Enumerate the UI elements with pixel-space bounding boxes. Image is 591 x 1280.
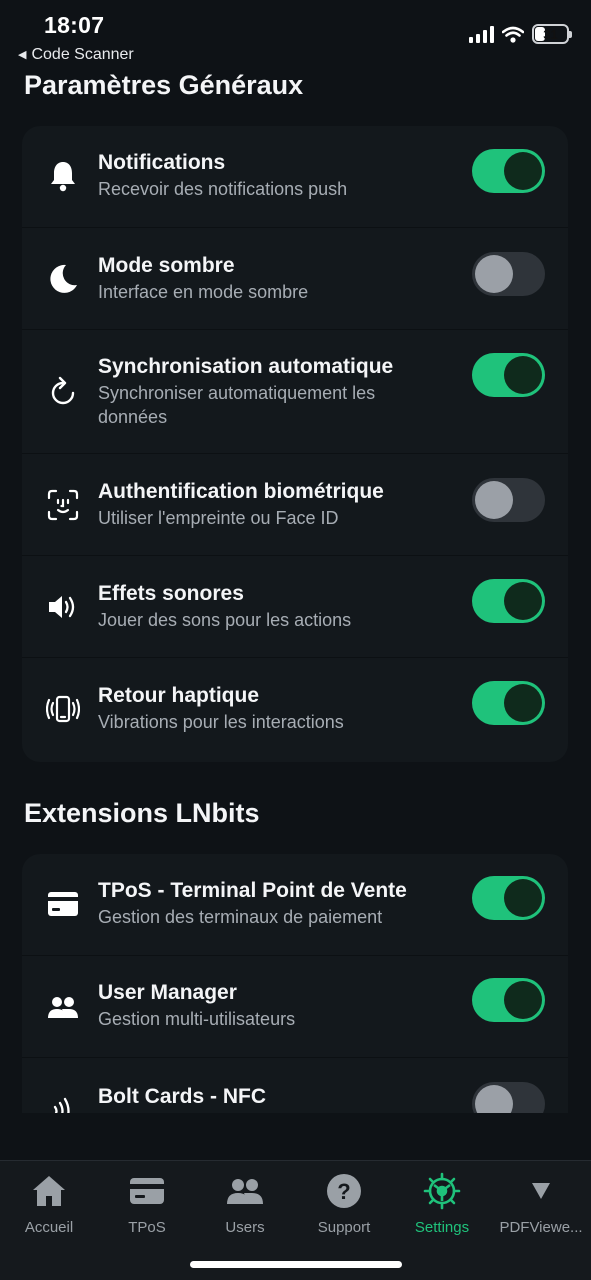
tab-label: Users — [225, 1219, 265, 1236]
setting-description: Utiliser l'empreinte ou Face ID — [98, 508, 339, 528]
setting-label: Synchronisation automatique — [98, 355, 394, 378]
setting-row-auto-sync: Synchronisation automatique Synchroniser… — [22, 330, 568, 454]
tab-support[interactable]: ? Support — [295, 1171, 393, 1236]
sound-effects-toggle[interactable] — [472, 579, 545, 623]
setting-row-haptics: Retour haptique Vibrations pour les inte… — [22, 658, 568, 762]
moon-icon — [46, 262, 80, 296]
face-id-icon — [46, 488, 80, 522]
setting-description: Synchroniser automatiquement les données — [98, 383, 376, 427]
tab-label: Support — [317, 1219, 371, 1236]
tab-label: TPoS — [128, 1219, 166, 1236]
status-icons: 31 — [469, 24, 572, 44]
extension-description: Gestion des terminaux de paiement — [98, 907, 383, 927]
speaker-icon — [46, 590, 80, 624]
users-tab-icon — [196, 1171, 294, 1211]
status-time: 18:07 — [44, 12, 105, 38]
tpos-card-icon — [98, 1171, 196, 1211]
general-settings-card: Notifications Recevoir des notifications… — [22, 126, 568, 762]
extension-row-tpos: TPoS - Terminal Point de Vente Gestion d… — [22, 854, 568, 956]
chevron-down-icon — [492, 1171, 590, 1211]
tab-label: Settings — [414, 1219, 470, 1236]
extension-label: Bolt Cards - NFC — [98, 1085, 266, 1108]
cellular-signal-icon — [469, 25, 494, 43]
tab-users[interactable]: Users — [196, 1171, 294, 1236]
setting-description: Interface en mode sombre — [98, 282, 309, 302]
tab-tpos[interactable]: TPoS — [98, 1171, 196, 1236]
section-title-extensions: Extensions LNbits — [24, 798, 260, 828]
home-icon — [0, 1171, 98, 1211]
extension-label: User Manager — [98, 981, 237, 1004]
extension-row-user-manager: User Manager Gestion multi-utilisateurs — [22, 956, 568, 1058]
dark-mode-toggle[interactable] — [472, 252, 545, 296]
tab-pdfviewer[interactable]: PDFViewe... — [492, 1171, 590, 1236]
setting-label: Notifications — [98, 151, 226, 174]
bell-icon — [46, 159, 80, 193]
tab-accueil[interactable]: Accueil — [0, 1171, 98, 1236]
setting-row-notifications: Notifications Recevoir des notifications… — [22, 126, 568, 228]
tab-label: PDFViewe... — [499, 1219, 583, 1236]
help-icon: ? — [295, 1171, 393, 1211]
tpos-toggle[interactable] — [472, 876, 545, 920]
back-to-app-link[interactable]: ◀ Code Scanner — [18, 46, 134, 64]
home-indicator[interactable] — [190, 1261, 402, 1268]
extension-description: Gestion multi-utilisateurs — [98, 1009, 296, 1029]
extensions-card: TPoS - Terminal Point de Vente Gestion d… — [22, 854, 568, 1113]
setting-label: Retour haptique — [98, 684, 259, 707]
bolt-cards-toggle[interactable] — [472, 1082, 545, 1113]
setting-row-sound-effects: Effets sonores Jouer des sons pour les a… — [22, 556, 568, 658]
extension-row-bolt-cards: Bolt Cards - NFC — [22, 1058, 568, 1113]
status-bar: 18:07 ◀ Code Scanner 31 — [0, 0, 591, 70]
credit-card-icon — [46, 887, 80, 921]
setting-description: Vibrations pour les interactions — [98, 712, 344, 732]
vibration-icon — [46, 692, 80, 726]
tab-settings[interactable]: Settings — [393, 1171, 491, 1236]
refresh-icon — [46, 375, 80, 409]
svg-text:?: ? — [337, 1179, 350, 1204]
biometric-toggle[interactable] — [472, 478, 545, 522]
section-title-general: Paramètres Généraux — [24, 70, 304, 100]
setting-label: Mode sombre — [98, 254, 235, 277]
user-manager-toggle[interactable] — [472, 978, 545, 1022]
haptics-toggle[interactable] — [472, 681, 545, 725]
notifications-toggle[interactable] — [472, 149, 545, 193]
setting-label: Effets sonores — [98, 582, 244, 605]
battery-level: 31 — [543, 26, 558, 42]
battery-icon: 31 — [532, 24, 572, 44]
extension-label: TPoS - Terminal Point de Vente — [98, 879, 407, 902]
back-triangle-icon: ◀ — [18, 49, 27, 61]
tab-label: Accueil — [24, 1219, 74, 1236]
setting-description: Recevoir des notifications push — [98, 179, 348, 199]
setting-row-dark-mode: Mode sombre Interface en mode sombre — [22, 228, 568, 330]
users-icon — [46, 990, 80, 1024]
setting-description: Jouer des sons pour les actions — [98, 610, 352, 630]
setting-label: Authentification biométrique — [98, 480, 384, 503]
wifi-icon — [502, 26, 524, 43]
settings-gear-icon — [393, 1171, 491, 1211]
nfc-icon — [46, 1094, 80, 1113]
setting-row-biometric: Authentification biométrique Utiliser l'… — [22, 454, 568, 556]
back-link-label: Code Scanner — [31, 46, 134, 63]
auto-sync-toggle[interactable] — [472, 353, 545, 397]
